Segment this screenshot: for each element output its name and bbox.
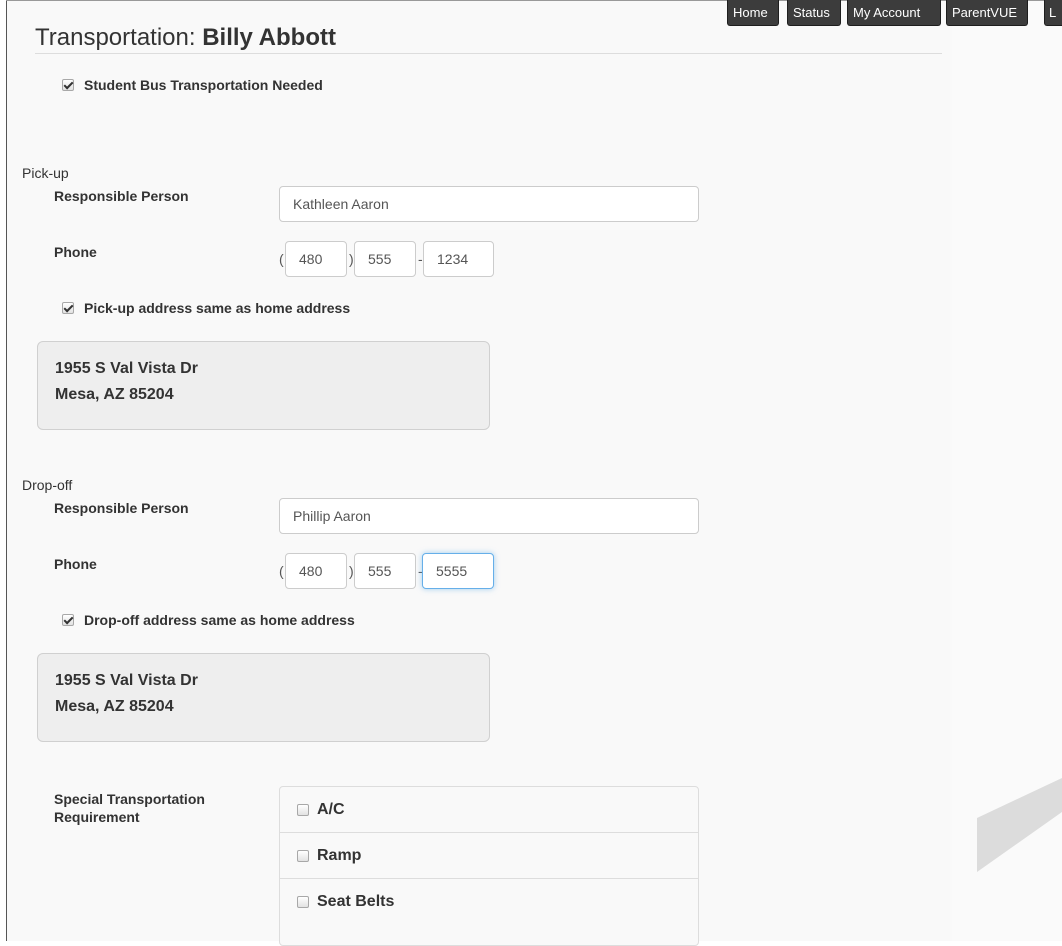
list-item[interactable]: A/C	[280, 787, 698, 833]
pickup-responsible-input[interactable]: Kathleen Aaron	[279, 186, 699, 222]
nav-home-button[interactable]: Home	[727, 0, 779, 26]
ramp-label: Ramp	[317, 847, 362, 864]
pickup-phone-area-input[interactable]: 480	[285, 241, 347, 277]
pickup-address-line2: Mesa, AZ 85204	[55, 386, 174, 403]
special-requirement-label-line2: Requirement	[54, 809, 140, 825]
pickup-phone-dash: -	[418, 251, 423, 267]
dropoff-same-address-checkbox[interactable]	[62, 614, 74, 626]
pickup-address-line1: 1955 S Val Vista Dr	[55, 360, 198, 377]
window-left-border	[6, 0, 7, 941]
pickup-section-label: Pick-up	[22, 165, 69, 181]
nav-parentvue-button[interactable]: ParentVUE	[946, 0, 1028, 26]
seat-belts-label: Seat Belts	[317, 893, 395, 910]
dropoff-phone-close-paren: )	[349, 563, 354, 579]
pickup-phone-line-input[interactable]: 1234	[423, 241, 494, 277]
dropoff-phone-area-input[interactable]: 480	[285, 553, 347, 589]
nav-logout-button[interactable]: L	[1044, 0, 1062, 26]
seat-belts-checkbox[interactable]	[297, 896, 309, 908]
dropoff-same-address-label: Drop-off address same as home address	[84, 612, 355, 628]
pickup-phone-label: Phone	[54, 244, 97, 260]
bus-needed-checkbox[interactable]	[62, 79, 74, 91]
dropoff-phone-open-paren: (	[279, 563, 284, 579]
pickup-responsible-label: Responsible Person	[54, 188, 189, 204]
dropoff-address-box: 1955 S Val Vista Dr Mesa, AZ 85204	[37, 653, 490, 742]
dropoff-phone-line-input[interactable]: 5555	[422, 553, 494, 589]
special-requirement-label-line1: Special Transportation	[54, 791, 205, 807]
decorative-swoosh	[977, 778, 1062, 872]
dropoff-responsible-input[interactable]: Phillip Aaron	[279, 498, 699, 534]
student-name: Billy Abbott	[202, 24, 336, 51]
pickup-phone-prefix-input[interactable]: 555	[354, 241, 416, 277]
special-requirement-label: Special Transportation Requirement	[54, 790, 205, 826]
list-item[interactable]: Ramp	[280, 833, 698, 879]
dropoff-phone-label: Phone	[54, 556, 97, 572]
pickup-same-address-checkbox[interactable]	[62, 302, 74, 314]
dropoff-responsible-label: Responsible Person	[54, 500, 189, 516]
ramp-checkbox[interactable]	[297, 850, 309, 862]
pickup-phone-close-paren: )	[349, 251, 354, 267]
nav-status-button[interactable]: Status	[787, 0, 841, 26]
pickup-address-box: 1955 S Val Vista Dr Mesa, AZ 85204	[37, 341, 490, 430]
title-prefix: Transportation:	[35, 24, 196, 51]
title-divider	[35, 53, 942, 54]
dropoff-phone-prefix-input[interactable]: 555	[354, 553, 416, 589]
ac-checkbox[interactable]	[297, 804, 309, 816]
special-requirement-list: A/C Ramp Seat Belts	[279, 786, 699, 946]
bus-needed-label: Student Bus Transportation Needed	[84, 77, 323, 93]
dropoff-section-label: Drop-off	[22, 477, 73, 493]
pickup-phone-open-paren: (	[279, 251, 284, 267]
nav-my-account-button[interactable]: My Account	[847, 0, 941, 26]
ac-label: A/C	[317, 801, 345, 818]
page-title: Transportation: Billy Abbott	[35, 24, 336, 52]
pickup-same-address-label: Pick-up address same as home address	[84, 300, 351, 316]
dropoff-address-line2: Mesa, AZ 85204	[55, 698, 174, 715]
dropoff-address-line1: 1955 S Val Vista Dr	[55, 672, 198, 689]
list-item[interactable]: Seat Belts	[280, 879, 698, 924]
